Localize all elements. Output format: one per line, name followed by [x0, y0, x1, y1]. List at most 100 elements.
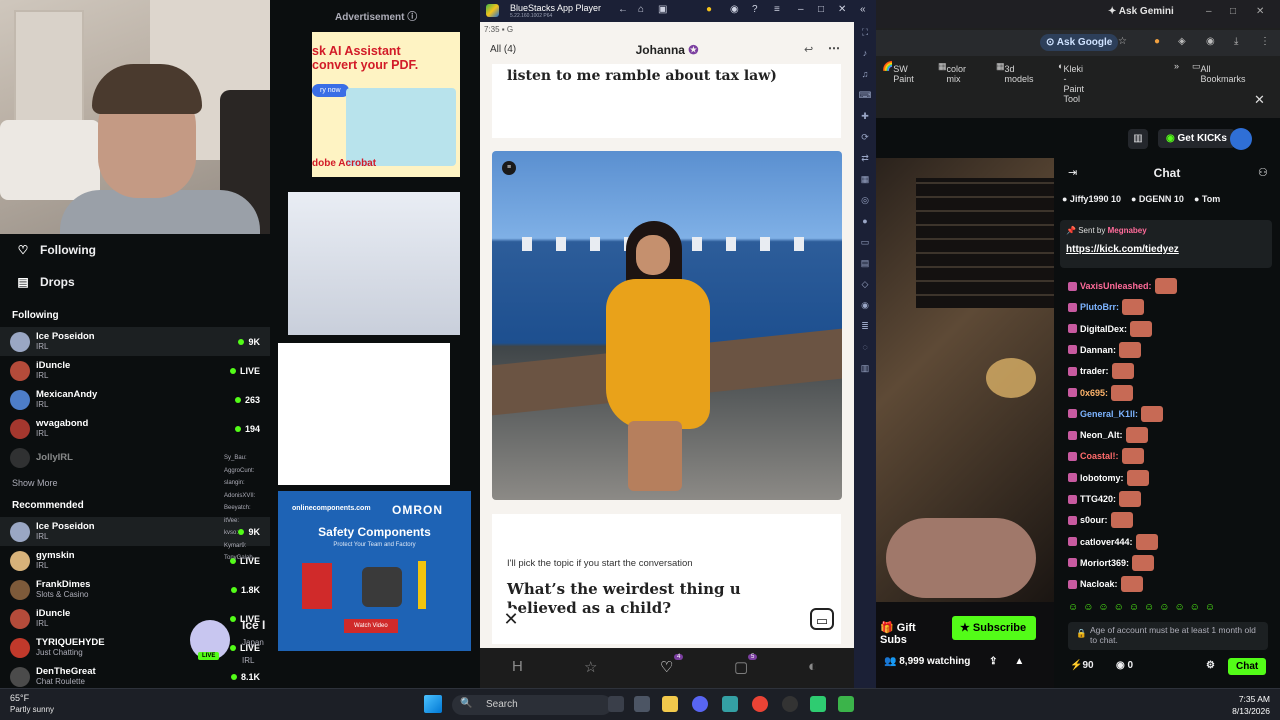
chat-username[interactable]: Neon_Alt:: [1080, 430, 1123, 440]
home-icon[interactable]: ⌂: [638, 4, 644, 15]
erase-icon[interactable]: ◇: [854, 274, 876, 295]
volume-down-icon[interactable]: ♫: [854, 64, 876, 85]
start-button[interactable]: [424, 695, 442, 713]
close-icon[interactable]: ✕: [838, 4, 846, 15]
bookmark-star-icon[interactable]: ☆: [1118, 36, 1127, 47]
layout-icon[interactable]: ▥: [1128, 129, 1148, 149]
bookmark-all[interactable]: ▭ All Bookmarks: [1192, 61, 1246, 84]
close-icon[interactable]: ✕: [1256, 6, 1264, 17]
get-kicks-button[interactable]: ◉ Get KICKs: [1158, 129, 1235, 148]
subscribe-button[interactable]: ★ Subscribe: [952, 616, 1036, 640]
layers-icon[interactable]: ≣: [854, 316, 876, 337]
downloads-icon[interactable]: ⤓: [1234, 36, 1238, 47]
discord-icon[interactable]: [692, 696, 708, 712]
location-icon[interactable]: ◉: [854, 295, 876, 316]
kebab-menu-icon[interactable]: ⋮: [1260, 36, 1270, 47]
blank-ad[interactable]: [288, 192, 460, 335]
nav-following[interactable]: ♡ Following: [0, 234, 270, 266]
stream-video[interactable]: [876, 158, 1054, 602]
gift-subs-button[interactable]: 🎁 Gift Subs: [876, 616, 948, 646]
coin-icon[interactable]: ●: [706, 4, 712, 15]
emote-bar[interactable]: ☺☺☺☺☺☺☺☺☺☺: [1068, 602, 1220, 613]
clock[interactable]: 7:35 AM 8/13/2026: [1216, 693, 1270, 717]
chat-username[interactable]: DigitalDex:: [1080, 324, 1127, 334]
undo-icon[interactable]: ↩: [804, 43, 813, 56]
maximize-icon[interactable]: □: [1230, 6, 1236, 17]
chat-username[interactable]: PlutoBrr:: [1080, 302, 1119, 312]
record-icon[interactable]: ●: [854, 211, 876, 232]
acrobat-ad[interactable]: sk AI Assistant convert your PDF. ry now …: [312, 32, 460, 177]
address-bar[interactable]: ⊙ Ask Google ☆ ● ◈ ◉ ⤓ ⋮: [876, 30, 1280, 56]
bookmark-color-mix[interactable]: ▦ color mix: [938, 61, 966, 84]
screenshot-icon[interactable]: ◎: [854, 190, 876, 211]
menu-icon[interactable]: ≡: [774, 4, 780, 15]
sync-icon[interactable]: ⇄: [854, 148, 876, 169]
channel-item[interactable]: iDuncle IRL LIVE: [0, 356, 270, 385]
gifter-item[interactable]: ● Tom: [1194, 194, 1220, 210]
weather-widget[interactable]: 65°F Partly sunny: [10, 693, 54, 715]
chat-username[interactable]: Moriort369:: [1080, 558, 1129, 568]
macro-icon[interactable]: ◌: [854, 337, 876, 358]
ask-google-button[interactable]: ⊙ Ask Google: [1040, 34, 1119, 51]
minimize-icon[interactable]: –: [798, 4, 804, 15]
chat-username[interactable]: General_K1ll:: [1080, 409, 1138, 419]
channel-item[interactable]: Ice Poseidon IRL 9K: [0, 327, 270, 356]
taskbar-search[interactable]: 🔍 Search: [452, 695, 612, 715]
chat-username[interactable]: Dannan:: [1080, 345, 1116, 355]
back-icon[interactable]: ←: [618, 4, 628, 15]
sidebar-icon[interactable]: ▥: [854, 358, 876, 379]
skip-button[interactable]: ✕: [500, 608, 522, 630]
live-card[interactable]: LIVE Ice I Japan IRL: [188, 616, 268, 676]
profile-icon[interactable]: ◉: [1206, 36, 1215, 47]
account-icon[interactable]: ◉: [730, 4, 739, 15]
close-icon[interactable]: ✕: [1254, 92, 1265, 108]
users-icon[interactable]: ⚇: [1258, 166, 1268, 179]
extension-icon[interactable]: ●: [1154, 36, 1160, 47]
avatar[interactable]: [1230, 128, 1252, 150]
app-icon[interactable]: [810, 696, 826, 712]
task-view-icon[interactable]: [608, 696, 624, 712]
recents-icon[interactable]: ▣: [658, 4, 667, 15]
standouts-icon[interactable]: ☆: [584, 658, 597, 676]
chat-username[interactable]: Nacloak:: [1080, 579, 1118, 589]
ad4-watch-button[interactable]: Watch Video: [344, 619, 398, 633]
pinned-link[interactable]: https://kick.com/tiedyez: [1066, 244, 1179, 255]
chat-username[interactable]: VaxisUnleashed:: [1080, 281, 1152, 291]
more-icon[interactable]: ⋯: [828, 41, 840, 55]
chevron-right-icon[interactable]: »: [1174, 61, 1179, 71]
likes-icon[interactable]: ♡: [660, 658, 673, 676]
match-name[interactable]: Johanna ✪: [480, 43, 854, 57]
chat-username[interactable]: 0x695:: [1080, 388, 1108, 398]
bookmark-3d-models[interactable]: ▦ 3d models: [996, 61, 1034, 84]
performance-icon[interactable]: ▦: [854, 169, 876, 190]
chat-username[interactable]: lobotomy:: [1080, 473, 1124, 483]
channel-item[interactable]: wvagabond IRL 194: [0, 414, 270, 443]
discover-icon[interactable]: H: [512, 658, 523, 675]
chat-input[interactable]: 🔒 Age of account must be at least 1 month…: [1068, 622, 1268, 650]
send-chat-button[interactable]: Chat: [1228, 658, 1267, 675]
keyboard-icon[interactable]: ⌨: [854, 85, 876, 106]
extensions-icon[interactable]: ◈: [1178, 36, 1186, 47]
matches-icon[interactable]: ▢: [734, 658, 748, 676]
comment-button[interactable]: ▭: [810, 608, 834, 630]
profile-photo[interactable]: ≡: [492, 151, 842, 500]
chat-username[interactable]: s0our:: [1080, 515, 1108, 525]
bookmark-sw-paint[interactable]: 🌈 SW Paint: [882, 61, 914, 84]
gifter-item[interactable]: ● Jiffy1990 10: [1062, 194, 1121, 210]
chat-username[interactable]: TTG420:: [1080, 494, 1116, 504]
chat-username[interactable]: trader:: [1080, 366, 1109, 376]
white-ad[interactable]: [278, 343, 450, 485]
fullscreen-icon[interactable]: ⛶: [854, 22, 876, 43]
gifter-item[interactable]: ● DGENN 10: [1131, 194, 1184, 210]
omron-ad[interactable]: onlinecomponents.com OMRON Safety Compon…: [278, 491, 471, 651]
file-explorer-icon[interactable]: [662, 696, 678, 712]
profile-icon[interactable]: ◐: [808, 658, 817, 675]
channel-item[interactable]: MexicanAndy IRL 263: [0, 385, 270, 414]
chat-username[interactable]: Coastal!:: [1080, 451, 1119, 461]
ad1-try-button[interactable]: ry now: [312, 84, 349, 97]
help-icon[interactable]: ?: [752, 4, 758, 15]
bluestacks-icon[interactable]: [838, 696, 854, 712]
ask-gemini-button[interactable]: ✦ Ask Gemini: [1108, 6, 1174, 17]
maximize-icon[interactable]: □: [818, 4, 824, 15]
chrome-icon[interactable]: [752, 696, 768, 712]
